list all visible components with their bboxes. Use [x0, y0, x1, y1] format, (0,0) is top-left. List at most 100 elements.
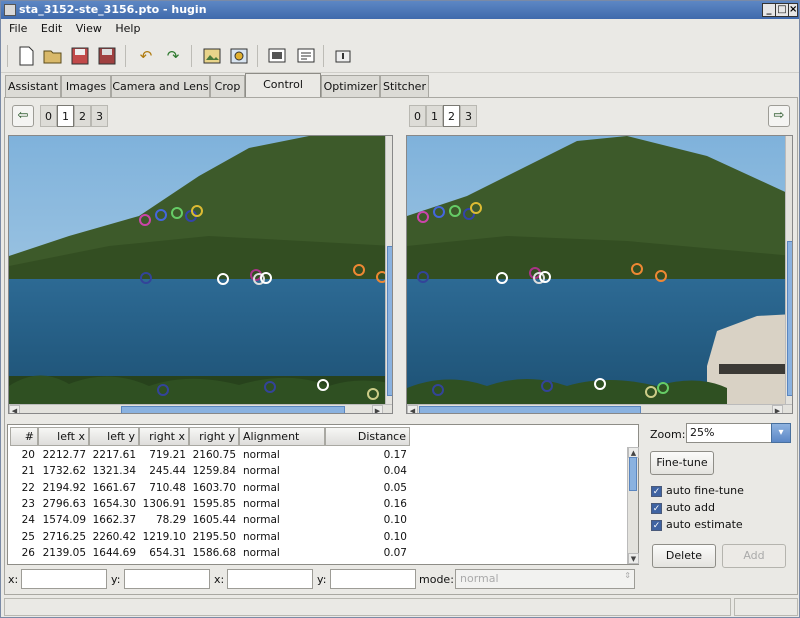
control-point-marker[interactable] — [367, 388, 379, 400]
control-point-marker[interactable] — [539, 271, 551, 283]
right-image-tab-1[interactable]: 1 — [426, 105, 443, 127]
col-right-y-header[interactable]: right y — [189, 427, 239, 446]
control-point-table[interactable]: # left x left y right x right y Alignmen… — [7, 424, 639, 565]
fine-tune-button[interactable]: Fine-tune — [650, 451, 714, 475]
mode-select[interactable]: normal ⇕ — [455, 569, 635, 589]
tab-stitcher[interactable]: Stitcher — [380, 75, 429, 97]
control-point-marker[interactable] — [217, 273, 229, 285]
tab-control-points[interactable]: Control Points — [245, 73, 321, 112]
control-point-marker[interactable] — [449, 205, 461, 217]
save-as-icon[interactable] — [95, 44, 119, 68]
col-left-y-header[interactable]: left y — [89, 427, 139, 446]
right-x-input[interactable] — [227, 569, 313, 589]
table-scrollbar[interactable]: ▲ ▼ — [627, 447, 639, 564]
right-y-input[interactable] — [330, 569, 416, 589]
undo-icon[interactable]: ↶ — [134, 44, 158, 68]
fast-preview-icon[interactable] — [227, 44, 251, 68]
control-point-marker[interactable] — [264, 381, 276, 393]
control-point-marker[interactable] — [645, 386, 657, 398]
add-button[interactable]: Add — [722, 544, 786, 568]
close-icon[interactable]: × — [788, 3, 798, 17]
tab-images[interactable]: Images — [61, 75, 111, 97]
control-point-marker[interactable] — [317, 379, 329, 391]
table-row[interactable]: 26 2139.05 1644.69 654.31 1586.68 normal 0.07 — [8, 545, 628, 561]
table-cell: 0.17 — [383, 449, 407, 461]
left-image-tab-0[interactable]: 0 — [40, 105, 57, 127]
col-right-x-header[interactable]: right x — [139, 427, 189, 446]
right-image-tab-0[interactable]: 0 — [409, 105, 426, 127]
preview-icon[interactable] — [200, 44, 224, 68]
menu-file[interactable]: File — [9, 22, 27, 35]
control-point-marker[interactable] — [657, 382, 669, 394]
left-x-input[interactable] — [21, 569, 107, 589]
left-image-tab-1[interactable]: 1 — [57, 105, 74, 127]
next-image-button[interactable]: ⇨ — [768, 105, 790, 127]
left-y-input[interactable] — [124, 569, 210, 589]
control-point-marker[interactable] — [417, 211, 429, 223]
table-cell: 0.05 — [383, 481, 407, 494]
table-row[interactable]: 24 1574.09 1662.37 78.29 1605.44 normal 0.10 — [8, 512, 628, 528]
menu-edit[interactable]: Edit — [41, 22, 62, 35]
new-file-icon[interactable] — [14, 44, 38, 68]
tab-camera-and-lens[interactable]: Camera and Lens — [111, 75, 210, 97]
left-image-view[interactable]: ◀ ▶ — [8, 135, 393, 414]
col-alignment-header[interactable]: Alignment — [239, 427, 325, 446]
camera-icon[interactable] — [331, 44, 355, 68]
maximize-icon[interactable]: □ — [775, 3, 789, 17]
col-left-x-header[interactable]: left x — [38, 427, 89, 446]
tab-assistant[interactable]: Assistant — [5, 75, 61, 97]
control-point-marker[interactable] — [541, 380, 553, 392]
previous-image-button[interactable]: ⇦ — [12, 105, 34, 127]
control-point-marker[interactable] — [432, 384, 444, 396]
right-horizontal-scrollbar[interactable]: ◀ ▶ — [407, 404, 792, 413]
control-point-marker[interactable] — [433, 206, 445, 218]
menu-help[interactable]: Help — [115, 22, 140, 35]
auto-estimate-checkbox[interactable]: ✓ — [651, 520, 662, 531]
right-image-view[interactable]: ◀ ▶ — [406, 135, 793, 414]
control-point-marker[interactable] — [496, 272, 508, 284]
table-row[interactable]: 23 2796.63 1654.30 1306.91 1595.85 normal 0.16 — [8, 496, 628, 512]
table-cell: 1654.30 — [92, 497, 136, 510]
open-folder-icon[interactable] — [41, 44, 65, 68]
right-image-tab-2[interactable]: 2 — [443, 105, 460, 127]
control-point-marker[interactable] — [171, 207, 183, 219]
control-point-marker[interactable] — [191, 205, 203, 217]
control-point-marker[interactable] — [631, 263, 643, 275]
col-number-header[interactable]: # — [10, 427, 38, 446]
table-row[interactable]: 20 2212.77 2217.61 719.21 2160.75 normal 0.17 — [8, 447, 628, 463]
table-cell: 20 — [21, 449, 35, 461]
menu-view[interactable]: View — [76, 22, 102, 35]
control-point-marker[interactable] — [155, 209, 167, 221]
images-icon[interactable] — [265, 44, 289, 68]
redo-icon[interactable]: ↷ — [161, 44, 185, 68]
control-point-marker[interactable] — [139, 214, 151, 226]
auto-add-checkbox[interactable]: ✓ — [651, 503, 662, 514]
control-point-marker[interactable] — [260, 272, 272, 284]
right-vertical-scrollbar[interactable] — [785, 136, 792, 404]
control-point-marker[interactable] — [353, 264, 365, 276]
left-horizontal-scrollbar[interactable]: ◀ ▶ — [9, 404, 392, 413]
tab-optimizer[interactable]: Optimizer — [321, 75, 380, 97]
control-point-marker[interactable] — [140, 272, 152, 284]
left-image-tab-3[interactable]: 3 — [91, 105, 108, 127]
table-row[interactable]: 22 2194.92 1661.67 710.48 1603.70 normal 0.05 — [8, 480, 628, 496]
properties-icon[interactable] — [294, 44, 318, 68]
control-point-marker[interactable] — [157, 384, 169, 396]
left-image-tab-2[interactable]: 2 — [74, 105, 91, 127]
right-image-tab-3[interactable]: 3 — [460, 105, 477, 127]
auto-fine-tune-checkbox[interactable]: ✓ — [651, 486, 662, 497]
minimize-icon[interactable]: _ — [762, 3, 776, 17]
control-point-marker[interactable] — [655, 270, 667, 282]
control-point-marker[interactable] — [594, 378, 606, 390]
col-distance-header[interactable]: Distance — [325, 427, 410, 446]
save-icon[interactable] — [68, 44, 92, 68]
table-row[interactable]: 21 1732.62 1321.34 245.44 1259.84 normal 0.04 — [8, 463, 628, 479]
tab-crop[interactable]: Crop — [210, 75, 245, 97]
table-row[interactable]: 25 2716.25 2260.42 1219.10 2195.50 normal 0.10 — [8, 529, 628, 545]
chevron-down-icon[interactable]: ▾ — [771, 423, 791, 443]
control-point-marker[interactable] — [470, 202, 482, 214]
left-vertical-scrollbar[interactable] — [385, 136, 392, 404]
control-point-marker[interactable] — [417, 271, 429, 283]
zoom-select[interactable]: 25% ▾ — [686, 423, 791, 443]
delete-button[interactable]: Delete — [652, 544, 716, 568]
